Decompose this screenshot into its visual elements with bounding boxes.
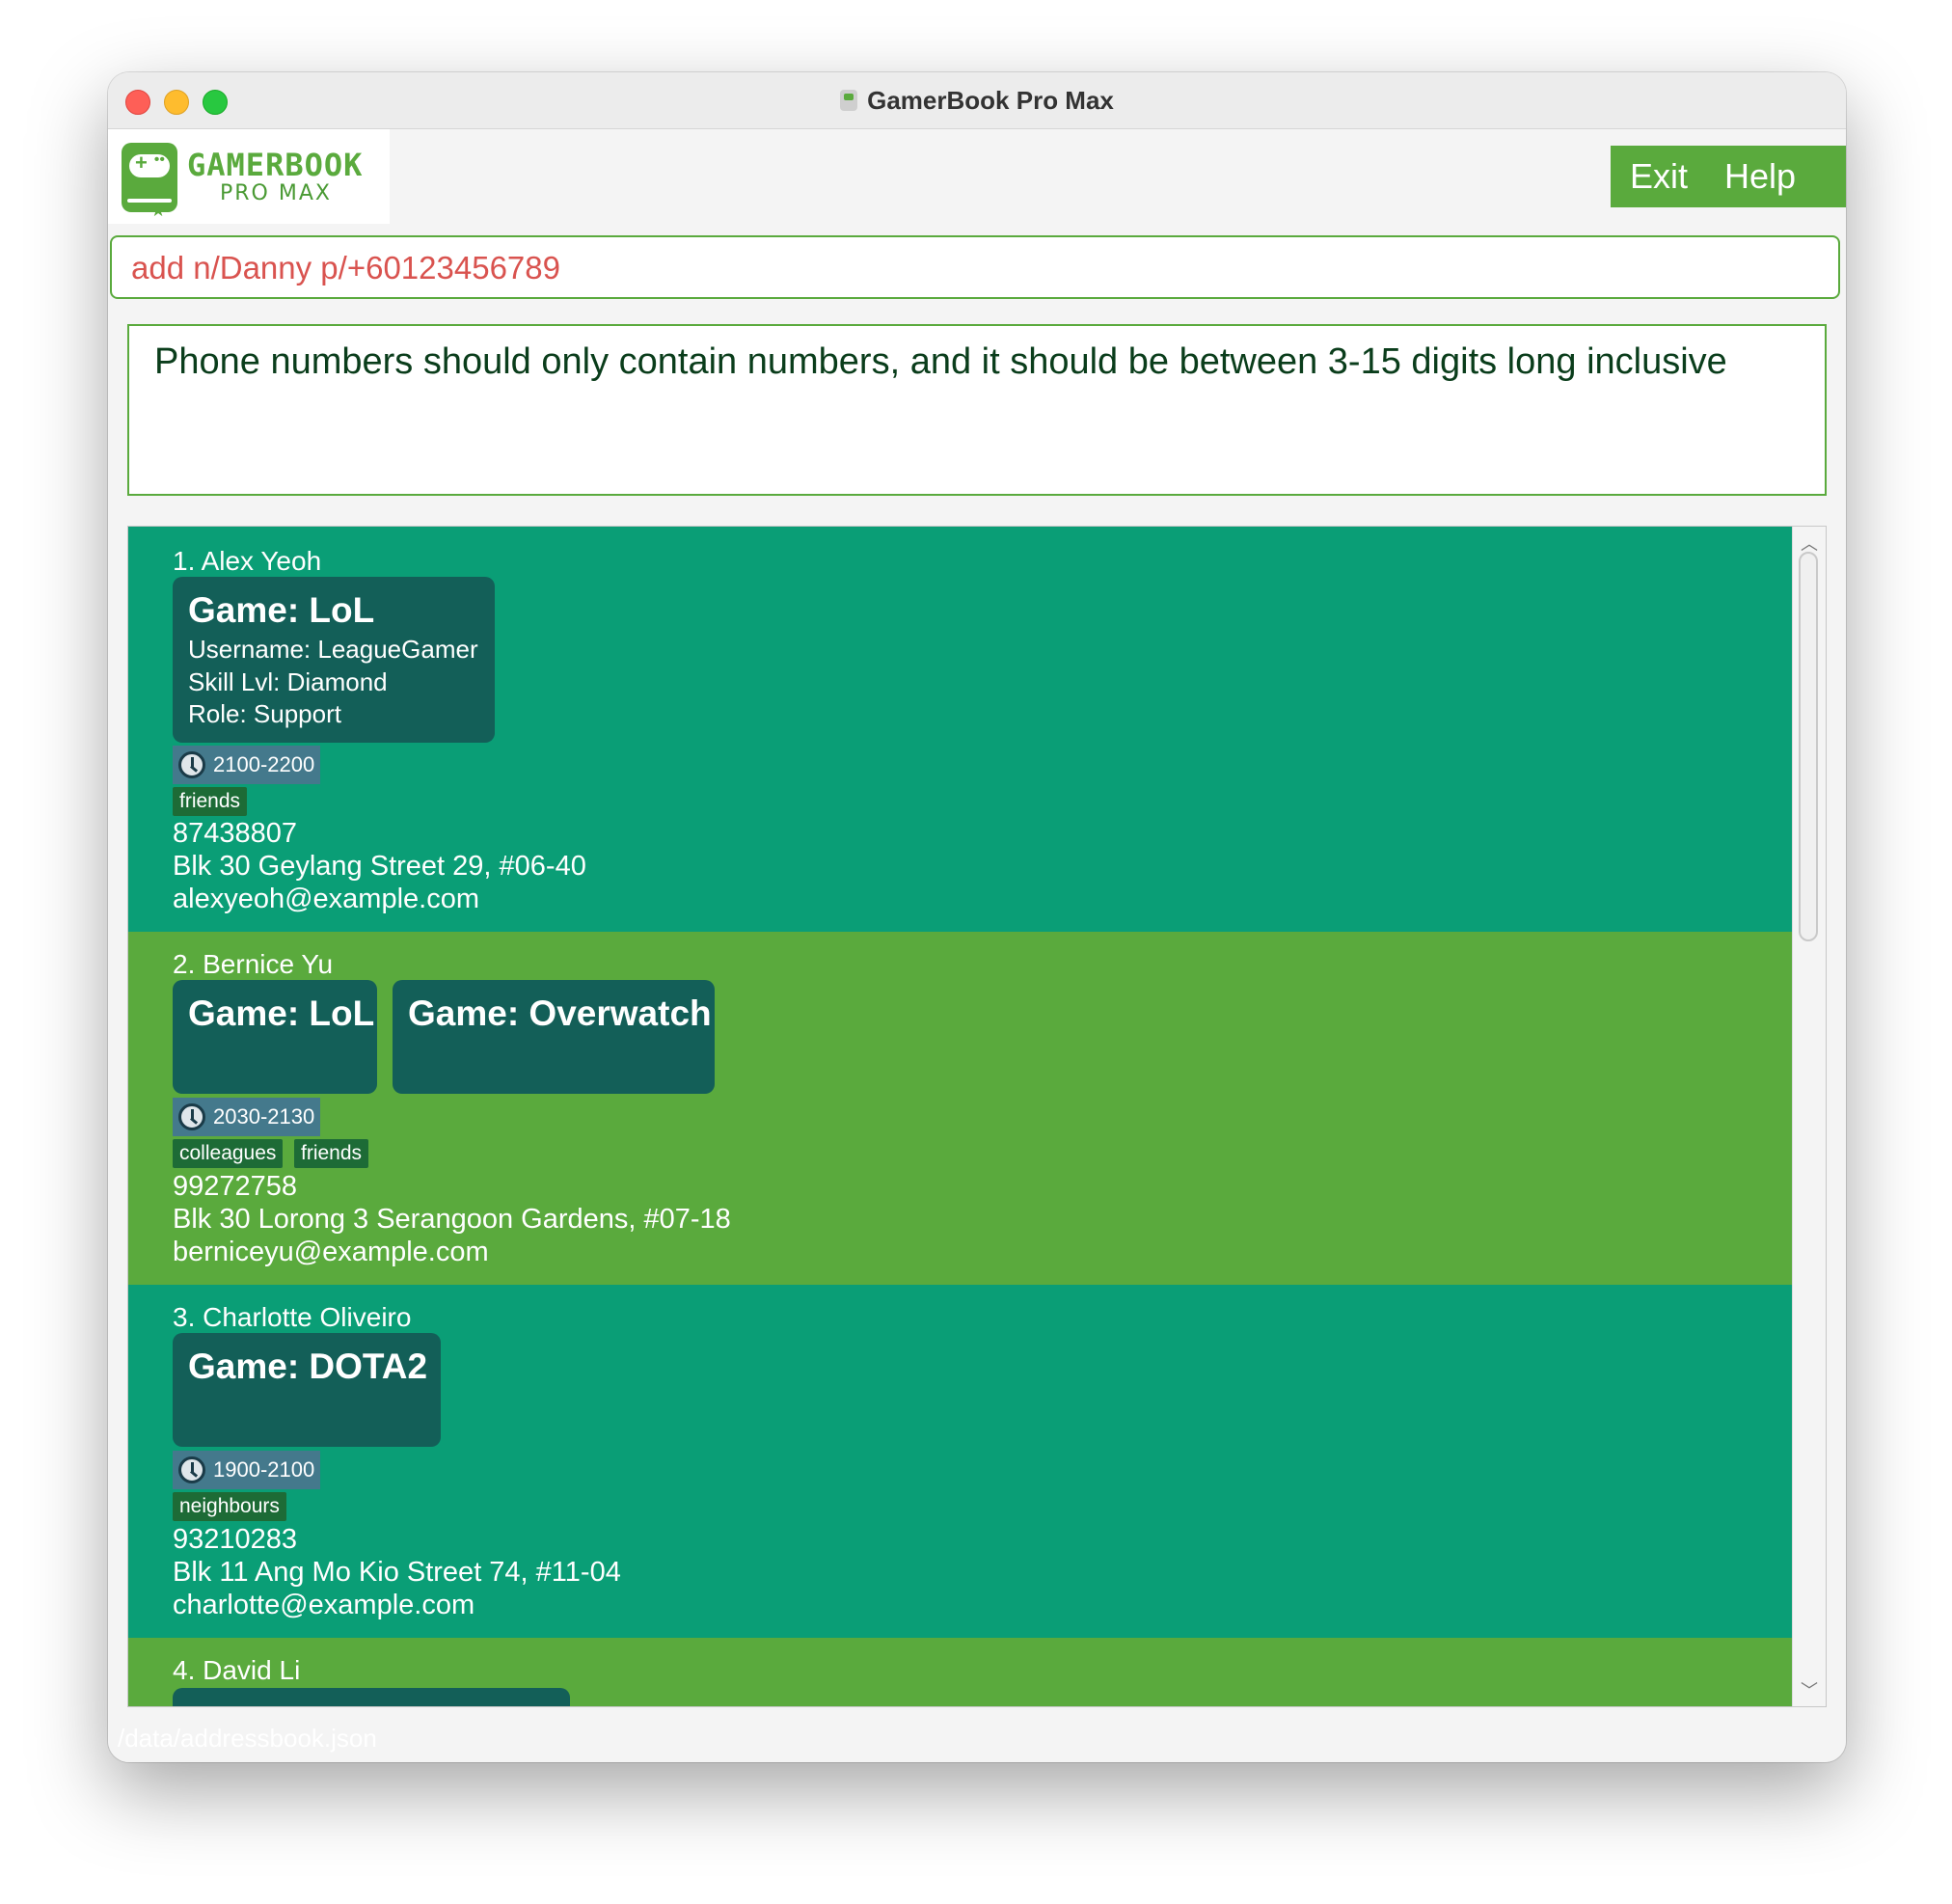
game-card: Game: LoL Username: LeagueGamer Skill Lv… <box>173 577 495 743</box>
person-phone: 99272758 <box>173 1171 298 1202</box>
save-file-path: /data/addressbook.json <box>118 1724 377 1753</box>
preferred-time-tag: 2030-2130 <box>173 1098 321 1136</box>
person-name: 1. Alex Yeoh <box>173 546 322 576</box>
window-title-group: GamerBook Pro Max <box>108 72 1846 128</box>
app-icon <box>840 90 858 111</box>
person-card[interactable]: 4. David Li <box>128 1638 1793 1706</box>
person-phone: 87438807 <box>173 818 298 849</box>
person-email: charlotte@example.com <box>173 1590 475 1620</box>
chevron-down-icon[interactable]: ﹀ <box>1801 1677 1818 1702</box>
game-title: Game: Overwatch <box>408 993 712 1033</box>
game-card <box>173 1688 570 1706</box>
game-card: Game: Overwatch <box>393 980 715 1094</box>
person-phone: 93210283 <box>173 1524 298 1555</box>
result-message: Phone numbers should only contain number… <box>154 341 1727 382</box>
exit-menu[interactable]: Exit <box>1630 156 1688 197</box>
result-display: Phone numbers should only contain number… <box>127 324 1827 496</box>
title-bar: GamerBook Pro Max <box>108 72 1846 129</box>
tag-badge: colleagues <box>173 1139 284 1168</box>
game-card: Game: LoL <box>173 980 377 1094</box>
game-title: Game: LoL <box>188 590 375 630</box>
person-card[interactable]: 2. Bernice Yu Game: LoL Game: Overwatch … <box>128 932 1793 1285</box>
game-role: Role: Support <box>188 699 341 728</box>
gamepad-logo-icon <box>122 143 177 212</box>
menu-bar: Exit Help <box>1611 146 1846 207</box>
clock-icon <box>178 751 205 778</box>
tag-badge: friends <box>173 787 248 816</box>
person-card[interactable]: 1. Alex Yeoh Game: LoL Username: LeagueG… <box>128 527 1793 932</box>
person-email: alexyeoh@example.com <box>173 884 479 914</box>
preferred-time: 1900-2100 <box>213 1457 315 1482</box>
header: ★ GAMERBOOK PRO MAX Exit Help <box>108 129 1846 226</box>
person-name: 2. Bernice Yu <box>173 949 334 979</box>
status-bar: /data/addressbook.json <box>108 1712 1846 1762</box>
person-card[interactable]: 3. Charlotte Oliveiro Game: DOTA2 1900-2… <box>128 1285 1793 1638</box>
person-list: 1. Alex Yeoh Game: LoL Username: LeagueG… <box>128 527 1793 1706</box>
game-username: Username: LeagueGamer <box>188 635 478 664</box>
scroll-thumb[interactable] <box>1799 552 1818 941</box>
preferred-time: 2100-2200 <box>213 752 315 776</box>
list-scrollbar[interactable]: ︿ ﹀ <box>1792 527 1826 1706</box>
person-name: 4. David Li <box>173 1655 301 1685</box>
person-address: Blk 30 Lorong 3 Serangoon Gardens, #07-1… <box>173 1204 731 1235</box>
person-email: berniceyu@example.com <box>173 1237 489 1267</box>
help-menu[interactable]: Help <box>1724 156 1796 197</box>
game-skill: Skill Lvl: Diamond <box>188 667 388 696</box>
person-name: 3. Charlotte Oliveiro <box>173 1302 412 1332</box>
logo-subtitle: PRO MAX <box>220 181 332 205</box>
star-icon: ★ <box>150 201 167 220</box>
app-logo: ★ GAMERBOOK PRO MAX <box>108 129 390 224</box>
preferred-time: 2030-2130 <box>213 1104 315 1129</box>
person-address: Blk 11 Ang Mo Kio Street 74, #11-04 <box>173 1557 621 1588</box>
game-title: Game: LoL <box>188 993 375 1033</box>
window-title: GamerBook Pro Max <box>867 85 1114 115</box>
logo-title: GAMERBOOK <box>187 147 364 183</box>
command-input[interactable] <box>129 237 1773 299</box>
preferred-time-tag: 1900-2100 <box>173 1451 321 1489</box>
tag-badge: neighbours <box>173 1492 286 1521</box>
clock-icon <box>178 1456 205 1483</box>
tag-badge: friends <box>294 1139 369 1168</box>
person-list-panel[interactable]: 1. Alex Yeoh Game: LoL Username: LeagueG… <box>127 526 1827 1707</box>
game-card: Game: DOTA2 <box>173 1333 441 1447</box>
app-window: GamerBook Pro Max ★ GAMERBOOK PRO MAX Ex… <box>108 72 1846 1762</box>
clock-icon <box>178 1103 205 1130</box>
game-title: Game: DOTA2 <box>188 1346 428 1386</box>
preferred-time-tag: 2100-2200 <box>173 746 321 784</box>
command-box <box>110 235 1840 299</box>
person-address: Blk 30 Geylang Street 29, #06-40 <box>173 851 586 882</box>
